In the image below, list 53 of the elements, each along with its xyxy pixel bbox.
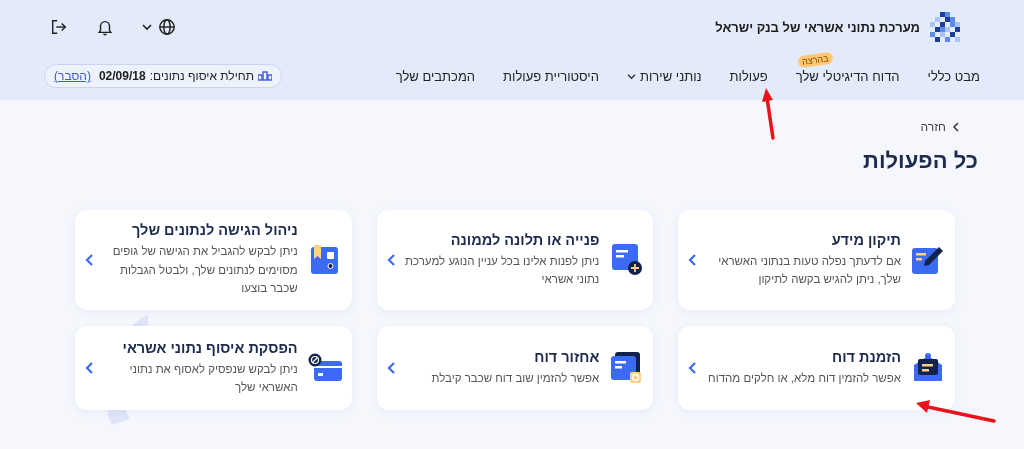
card-title: אחזור דוח bbox=[533, 348, 600, 365]
globe-icon bbox=[158, 18, 176, 36]
annotation-arrow bbox=[762, 88, 778, 140]
card-title: ניהול הגישה לנתונים שלך bbox=[131, 222, 298, 239]
envelope-icon bbox=[912, 353, 944, 383]
lock-panel-icon bbox=[310, 245, 339, 275]
action-card[interactable]: פנייה או תלונה לממונה ניתן לפנות אלינו בכל עניין הנוגע למערכת נתוני אשראי bbox=[376, 210, 654, 310]
site-title: מערכת נתוני אשראי של בנק ישראל bbox=[715, 19, 920, 35]
action-card[interactable]: הפסקת איסוף נתוני אשראי ניתן לבקש שנפסיק לאסוף את נתוני האשראי שלך bbox=[75, 326, 352, 410]
card-blocked-icon bbox=[307, 353, 342, 383]
language-button[interactable] bbox=[142, 18, 176, 36]
card-description: אפשר להזמין דוח מלא, או חלקים מהדוח bbox=[707, 370, 901, 386]
card-description: אם לדעתך נפלה טעות בנתוני האשראי שלך, ניתן להגיש בקשה לתיקון bbox=[717, 253, 901, 287]
action-card[interactable]: הזמנת דוח אפשר להזמין דוח מלא, או חלקים מהדוח bbox=[678, 326, 955, 410]
nav-link[interactable]: הדוח הדיגיטלי שלך bbox=[795, 68, 900, 84]
nav-link[interactable]: היסטוריית פעולות bbox=[503, 68, 599, 84]
action-card[interactable]: תיקון מידע אם לדעתך נפלה טעות בנתוני האשראי שלך, ניתן להגיש בקשה לתיקון bbox=[678, 210, 955, 310]
pixel-logo-icon[interactable] bbox=[930, 12, 960, 42]
nav-link[interactable]: מבט כללי bbox=[927, 68, 980, 84]
nav-link[interactable]: המכתבים שלך bbox=[395, 68, 476, 84]
document-plus-icon bbox=[610, 244, 643, 276]
caret-icon bbox=[142, 23, 152, 31]
card-title: תיקון מידע bbox=[830, 231, 901, 248]
nav-link[interactable]: נותני שירות bbox=[639, 68, 702, 84]
action-card[interactable]: ניהול הגישה לנתונים שלך ניתן לבקש להגביל את הגישה של גופים מסוימים לנתונים שלך, ולבטל הגבלות שכבר בוצעו bbox=[75, 210, 352, 310]
pencil-note-icon bbox=[912, 245, 944, 275]
nav-link[interactable]: פעולות bbox=[729, 68, 768, 84]
card-description: ניתן לפנות אלינו בכל עניין הנוגע למערכת נתוני אשראי bbox=[404, 253, 600, 287]
bell-icon[interactable] bbox=[96, 18, 114, 36]
data-start-label: תחילת איסוף נתונים: bbox=[149, 69, 254, 83]
explain-link[interactable]: (הסבר) bbox=[54, 69, 91, 83]
action-card[interactable]: אחזור דוח אפשר להזמין שוב דוח שכבר קיבלת bbox=[376, 326, 654, 410]
chevron-left-icon bbox=[386, 254, 395, 266]
card-title: הפסקת איסוף נתוני אשראי bbox=[121, 339, 298, 356]
chevron-right-icon bbox=[952, 122, 960, 132]
card-description: ניתן לבקש שנפסיק לאסוף את נתוני האשראי שלך bbox=[128, 361, 298, 395]
status-badge: בהרצה bbox=[797, 51, 833, 68]
cloud-icon bbox=[258, 71, 272, 81]
card-description: ניתן לבקש להגביל את הגישה של גופים מסוימים לנתונים שלך, ולבטל הגבלות שכבר בוצעו bbox=[111, 244, 298, 297]
card-title: פנייה או תלונה לממונה bbox=[449, 231, 600, 248]
chevron-left-icon bbox=[85, 254, 93, 266]
chevron-left-icon bbox=[386, 362, 395, 374]
chevron-left-icon bbox=[688, 362, 697, 374]
chevron-left-icon bbox=[85, 362, 93, 374]
logout-icon[interactable] bbox=[50, 18, 68, 36]
page-heading: כל הפעולות bbox=[862, 148, 978, 174]
data-start-date: 02/09/18 bbox=[98, 69, 146, 83]
documents-refresh-icon bbox=[610, 352, 643, 384]
caret-icon[interactable] bbox=[626, 72, 636, 80]
card-description: אפשר להזמין שוב דוח שכבר קיבלת bbox=[430, 370, 600, 386]
back-link[interactable]: חזרה bbox=[920, 120, 960, 134]
chevron-left-icon bbox=[688, 254, 697, 266]
card-title: הזמנת דוח bbox=[831, 348, 901, 365]
